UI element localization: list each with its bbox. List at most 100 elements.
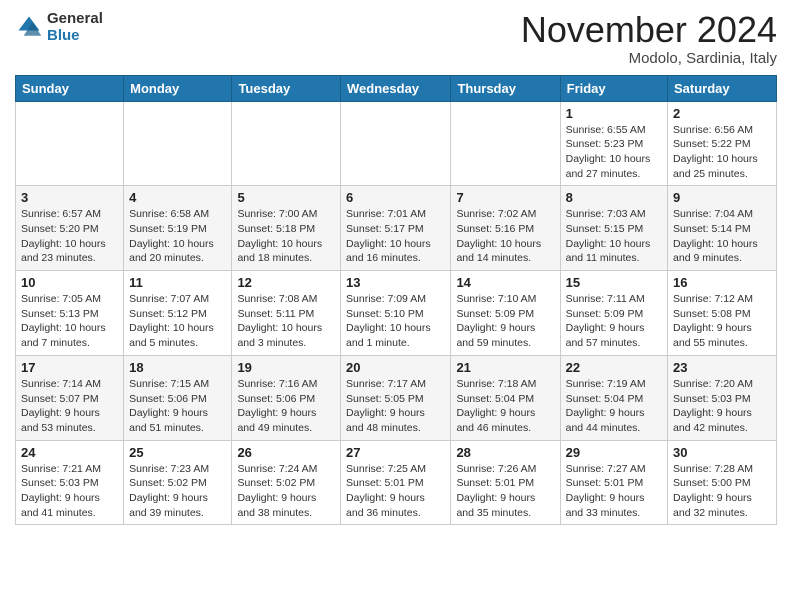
- calendar-week-row: 1 Sunrise: 6:55 AM Sunset: 5:23 PM Daylig…: [16, 101, 777, 186]
- day-number: 24: [21, 445, 118, 460]
- logo-general: General: [47, 10, 103, 27]
- logo-blue: Blue: [47, 27, 103, 44]
- day-info: Sunrise: 7:21 AM Sunset: 5:03 PM Dayligh…: [21, 462, 118, 521]
- calendar-cell: 3Sunrise: 6:57 AM Sunset: 5:20 PM Daylig…: [16, 186, 124, 271]
- day-number: 5: [237, 190, 335, 205]
- day-number: 9: [673, 190, 771, 205]
- day-number: 1: [566, 106, 662, 121]
- calendar-cell: 2 Sunrise: 6:56 AM Sunset: 5:22 PM Daylig…: [668, 101, 777, 186]
- calendar-cell: 25 Sunrise: 7:23 AM Sunset: 5:02 PM Dayli…: [124, 440, 232, 525]
- calendar-cell: [124, 101, 232, 186]
- day-header-tuesday: Tuesday: [232, 75, 341, 101]
- day-number: 11: [129, 275, 226, 290]
- day-info: Sunrise: 7:18 AM Sunset: 5:04 PM Dayligh…: [456, 377, 554, 436]
- day-info: Sunrise: 6:56 AM Sunset: 5:22 PM Dayligh…: [673, 123, 771, 182]
- day-number: 6: [346, 190, 445, 205]
- day-info: Sunrise: 6:58 AM Sunset: 5:19 PM Dayligh…: [129, 207, 226, 266]
- calendar-cell: 18 Sunrise: 7:15 AM Sunset: 5:06 PM Dayli…: [124, 355, 232, 440]
- day-number: 30: [673, 445, 771, 460]
- day-number: 25: [129, 445, 226, 460]
- day-info: Sunrise: 7:19 AM Sunset: 5:04 PM Dayligh…: [566, 377, 662, 436]
- calendar-cell: 12 Sunrise: 7:08 AM Sunset: 5:11 PM Dayli…: [232, 271, 341, 356]
- calendar-cell: [341, 101, 451, 186]
- day-info: Sunrise: 7:26 AM Sunset: 5:01 PM Dayligh…: [456, 462, 554, 521]
- day-info: Sunrise: 7:20 AM Sunset: 5:03 PM Dayligh…: [673, 377, 771, 436]
- calendar: SundayMondayTuesdayWednesdayThursdayFrid…: [15, 75, 777, 526]
- day-info: Sunrise: 7:25 AM Sunset: 5:01 PM Dayligh…: [346, 462, 445, 521]
- day-number: 4: [129, 190, 226, 205]
- day-number: 27: [346, 445, 445, 460]
- calendar-cell: [232, 101, 341, 186]
- calendar-header-row: SundayMondayTuesdayWednesdayThursdayFrid…: [16, 75, 777, 101]
- calendar-cell: 6 Sunrise: 7:01 AM Sunset: 5:17 PM Daylig…: [341, 186, 451, 271]
- day-info: Sunrise: 7:04 AM Sunset: 5:14 PM Dayligh…: [673, 207, 771, 266]
- day-header-wednesday: Wednesday: [341, 75, 451, 101]
- day-header-sunday: Sunday: [16, 75, 124, 101]
- day-number: 16: [673, 275, 771, 290]
- day-info: Sunrise: 7:01 AM Sunset: 5:17 PM Dayligh…: [346, 207, 445, 266]
- day-number: 12: [237, 275, 335, 290]
- day-header-monday: Monday: [124, 75, 232, 101]
- calendar-cell: 9 Sunrise: 7:04 AM Sunset: 5:14 PM Daylig…: [668, 186, 777, 271]
- day-info: Sunrise: 7:09 AM Sunset: 5:10 PM Dayligh…: [346, 292, 445, 351]
- day-info: Sunrise: 7:17 AM Sunset: 5:05 PM Dayligh…: [346, 377, 445, 436]
- day-number: 26: [237, 445, 335, 460]
- day-number: 28: [456, 445, 554, 460]
- day-info: Sunrise: 7:03 AM Sunset: 5:15 PM Dayligh…: [566, 207, 662, 266]
- calendar-cell: 17 Sunrise: 7:14 AM Sunset: 5:07 PM Dayli…: [16, 355, 124, 440]
- calendar-cell: 21 Sunrise: 7:18 AM Sunset: 5:04 PM Dayli…: [451, 355, 560, 440]
- day-header-saturday: Saturday: [668, 75, 777, 101]
- day-number: 2: [673, 106, 771, 121]
- day-number: 13: [346, 275, 445, 290]
- day-number: 17: [21, 360, 118, 375]
- day-number: 22: [566, 360, 662, 375]
- day-number: 8: [566, 190, 662, 205]
- day-number: 14: [456, 275, 554, 290]
- day-info: Sunrise: 7:11 AM Sunset: 5:09 PM Dayligh…: [566, 292, 662, 351]
- day-info: Sunrise: 7:15 AM Sunset: 5:06 PM Dayligh…: [129, 377, 226, 436]
- calendar-cell: 20 Sunrise: 7:17 AM Sunset: 5:05 PM Dayli…: [341, 355, 451, 440]
- day-number: 18: [129, 360, 226, 375]
- calendar-cell: 30 Sunrise: 7:28 AM Sunset: 5:00 PM Dayli…: [668, 440, 777, 525]
- logo-text: General Blue: [47, 10, 103, 44]
- logo: General Blue: [15, 10, 103, 44]
- day-info: Sunrise: 7:10 AM Sunset: 5:09 PM Dayligh…: [456, 292, 554, 351]
- day-info: Sunrise: 7:16 AM Sunset: 5:06 PM Dayligh…: [237, 377, 335, 436]
- day-info: Sunrise: 7:07 AM Sunset: 5:12 PM Dayligh…: [129, 292, 226, 351]
- day-header-friday: Friday: [560, 75, 667, 101]
- day-info: Sunrise: 7:12 AM Sunset: 5:08 PM Dayligh…: [673, 292, 771, 351]
- calendar-cell: 14 Sunrise: 7:10 AM Sunset: 5:09 PM Dayli…: [451, 271, 560, 356]
- day-number: 10: [21, 275, 118, 290]
- month-title: November 2024: [521, 10, 777, 50]
- calendar-week-row: 17 Sunrise: 7:14 AM Sunset: 5:07 PM Dayli…: [16, 355, 777, 440]
- day-number: 29: [566, 445, 662, 460]
- day-number: 21: [456, 360, 554, 375]
- day-info: Sunrise: 7:28 AM Sunset: 5:00 PM Dayligh…: [673, 462, 771, 521]
- calendar-cell: 11 Sunrise: 7:07 AM Sunset: 5:12 PM Dayli…: [124, 271, 232, 356]
- title-block: November 2024 Modolo, Sardinia, Italy: [521, 10, 777, 67]
- calendar-cell: 29 Sunrise: 7:27 AM Sunset: 5:01 PM Dayli…: [560, 440, 667, 525]
- calendar-week-row: 24 Sunrise: 7:21 AM Sunset: 5:03 PM Dayli…: [16, 440, 777, 525]
- day-number: 3: [21, 190, 118, 205]
- day-number: 19: [237, 360, 335, 375]
- calendar-cell: 22 Sunrise: 7:19 AM Sunset: 5:04 PM Dayli…: [560, 355, 667, 440]
- day-info: Sunrise: 7:08 AM Sunset: 5:11 PM Dayligh…: [237, 292, 335, 351]
- day-info: Sunrise: 7:27 AM Sunset: 5:01 PM Dayligh…: [566, 462, 662, 521]
- calendar-week-row: 10Sunrise: 7:05 AM Sunset: 5:13 PM Dayli…: [16, 271, 777, 356]
- day-header-thursday: Thursday: [451, 75, 560, 101]
- calendar-cell: 19 Sunrise: 7:16 AM Sunset: 5:06 PM Dayli…: [232, 355, 341, 440]
- calendar-cell: 4 Sunrise: 6:58 AM Sunset: 5:19 PM Daylig…: [124, 186, 232, 271]
- day-info: Sunrise: 6:55 AM Sunset: 5:23 PM Dayligh…: [566, 123, 662, 182]
- calendar-week-row: 3Sunrise: 6:57 AM Sunset: 5:20 PM Daylig…: [16, 186, 777, 271]
- day-number: 23: [673, 360, 771, 375]
- day-number: 20: [346, 360, 445, 375]
- day-number: 7: [456, 190, 554, 205]
- day-info: Sunrise: 7:00 AM Sunset: 5:18 PM Dayligh…: [237, 207, 335, 266]
- calendar-cell: 1 Sunrise: 6:55 AM Sunset: 5:23 PM Daylig…: [560, 101, 667, 186]
- calendar-cell: 13 Sunrise: 7:09 AM Sunset: 5:10 PM Dayli…: [341, 271, 451, 356]
- calendar-cell: 7Sunrise: 7:02 AM Sunset: 5:16 PM Daylig…: [451, 186, 560, 271]
- day-info: Sunrise: 7:23 AM Sunset: 5:02 PM Dayligh…: [129, 462, 226, 521]
- day-info: Sunrise: 7:14 AM Sunset: 5:07 PM Dayligh…: [21, 377, 118, 436]
- calendar-cell: 26Sunrise: 7:24 AM Sunset: 5:02 PM Dayli…: [232, 440, 341, 525]
- calendar-cell: 24 Sunrise: 7:21 AM Sunset: 5:03 PM Dayli…: [16, 440, 124, 525]
